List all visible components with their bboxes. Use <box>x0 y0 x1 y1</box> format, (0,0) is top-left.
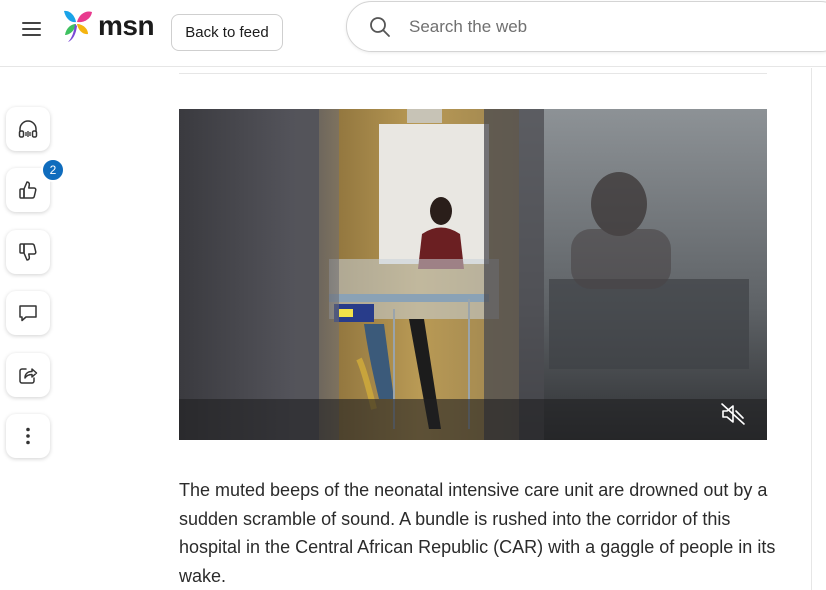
headphones-icon <box>18 120 38 138</box>
share-icon <box>19 368 38 384</box>
search-icon[interactable] <box>369 16 391 38</box>
thumbs-down-icon <box>19 243 37 261</box>
comment-button[interactable] <box>6 291 50 335</box>
back-to-feed-button[interactable]: Back to feed <box>171 14 283 51</box>
msn-butterfly-icon <box>64 10 92 42</box>
search-input[interactable] <box>409 12 809 42</box>
right-column-divider <box>811 68 812 590</box>
comment-icon <box>19 305 37 322</box>
msn-logo-text: msn <box>98 10 155 41</box>
more-vertical-icon <box>26 427 30 445</box>
listen-button[interactable] <box>6 107 50 151</box>
dislike-button[interactable] <box>6 230 50 274</box>
msn-logo[interactable]: msn <box>60 8 155 44</box>
like-count-badge: 2 <box>41 158 65 182</box>
hamburger-menu-icon[interactable] <box>22 20 42 38</box>
speaker-muted-icon[interactable] <box>720 402 746 426</box>
article-separator <box>179 73 767 74</box>
video-player[interactable] <box>179 109 767 440</box>
video-frame <box>179 109 767 440</box>
thumbs-up-icon <box>19 181 37 199</box>
more-options-button[interactable] <box>6 414 50 458</box>
article-paragraph: The muted beeps of the neonatal intensiv… <box>179 480 776 587</box>
share-button[interactable] <box>6 353 50 397</box>
top-header: msn Back to feed <box>0 0 826 67</box>
search-box[interactable] <box>346 1 826 52</box>
